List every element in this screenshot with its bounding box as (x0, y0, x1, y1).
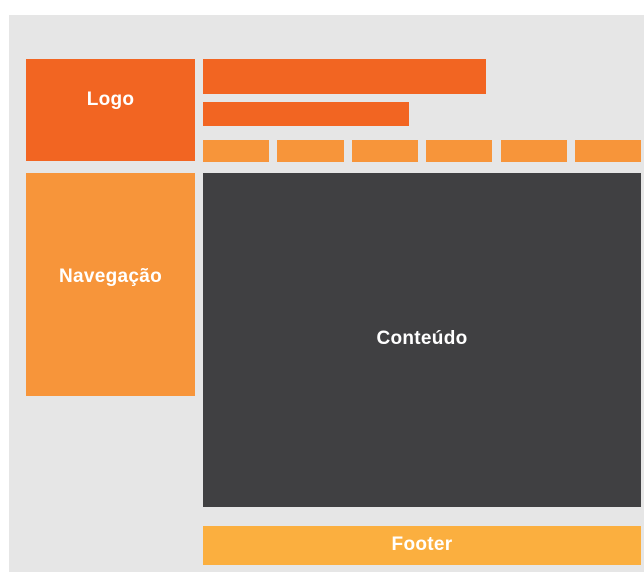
menu-tab (426, 140, 492, 162)
logo-block: Logo (26, 59, 195, 161)
logo-label: Logo (86, 89, 135, 110)
menu-tab (352, 140, 418, 162)
footer-label: Footer (391, 534, 453, 555)
content-label: Conteúdo (376, 328, 468, 349)
menu-tab (203, 140, 269, 162)
content-block: Conteúdo (203, 173, 641, 507)
menu-tab (277, 140, 344, 162)
header-bar-secondary (203, 102, 409, 126)
header-bar-primary (203, 59, 486, 94)
menu-tab (575, 140, 641, 162)
navigation-label: Navegação (58, 266, 163, 287)
footer-block: Footer (203, 526, 641, 565)
navigation-block: Navegação (26, 173, 195, 396)
menu-tab (501, 140, 567, 162)
